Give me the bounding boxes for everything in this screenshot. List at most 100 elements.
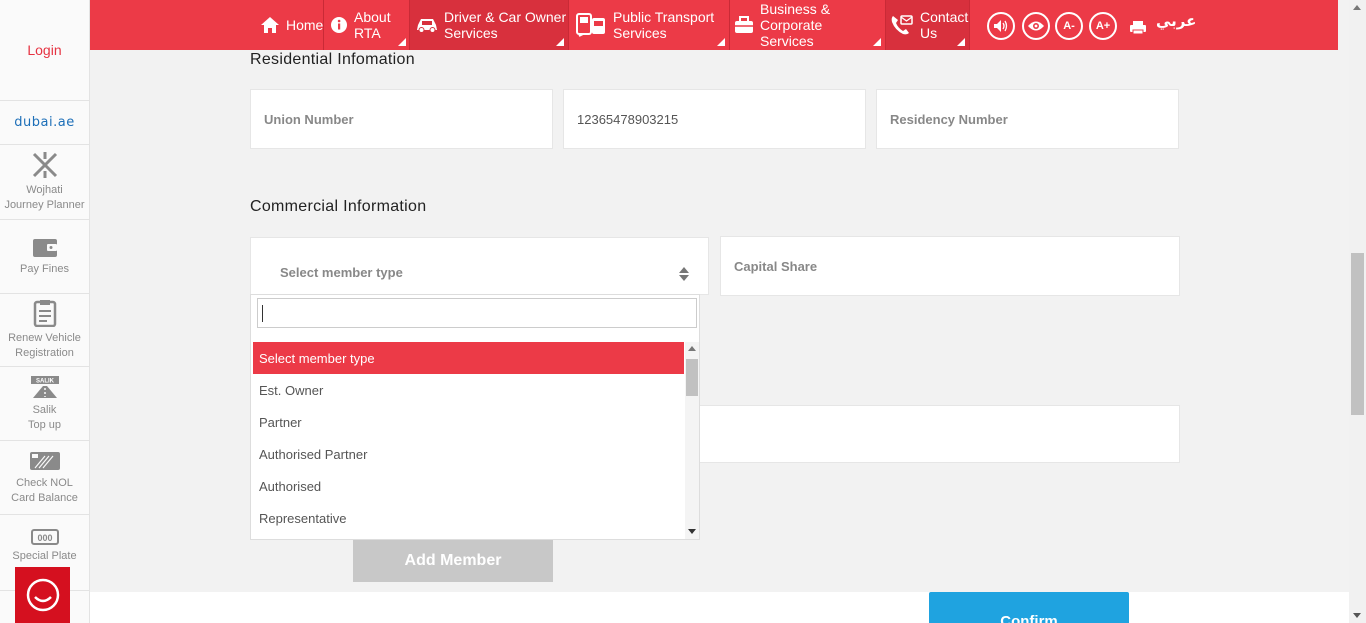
dropdown-option[interactable]: Representative	[253, 502, 684, 534]
submenu-indicator	[957, 38, 965, 46]
phone-mail-icon	[891, 15, 913, 35]
clipboard-icon	[33, 300, 56, 327]
nav-contact-label: Contact Us	[920, 9, 968, 41]
capital-share-field[interactable]: Capital Share	[720, 236, 1180, 296]
residency-number-field[interactable]: Residency Number	[876, 89, 1179, 149]
commercial-title: Commercial Information	[250, 198, 427, 215]
sidebar-item-label: Check NOL	[16, 476, 73, 489]
sidebar-item-label: Pay Fines	[20, 263, 69, 275]
eye-icon	[1028, 21, 1044, 31]
scroll-down-arrow[interactable]	[688, 529, 696, 534]
dropdown-search-input[interactable]	[257, 298, 697, 328]
sidebar-item-label: Card Balance	[11, 491, 78, 504]
nav-contact-us[interactable]: Contact Us	[886, 0, 969, 50]
nav-about-label: About RTA	[354, 9, 391, 41]
nav-driver-line1: Driver & Car Owner	[444, 9, 567, 25]
sidebar-item-wojhati[interactable]: Wojhati Journey Planner	[0, 145, 89, 220]
member-type-select[interactable]: Select member type	[250, 237, 709, 295]
sidebar-item-label: Special Plate	[12, 550, 77, 562]
submenu-indicator	[556, 38, 564, 46]
dropdown-options-list: Select member type Est. Owner Partner Au…	[253, 342, 684, 534]
scroll-thumb[interactable]	[1351, 253, 1364, 415]
speaker-icon	[994, 20, 1008, 32]
dropdown-option[interactable]: Authorised Partner	[253, 438, 684, 470]
nav-about-rta[interactable]: About RTA	[330, 0, 410, 50]
scroll-thumb[interactable]	[686, 359, 698, 396]
language-toggle[interactable]: عربي	[1156, 12, 1196, 30]
dropdown-option[interactable]: Select member type	[253, 342, 684, 374]
nav-home-label: Home	[286, 17, 324, 33]
submenu-indicator	[873, 38, 881, 46]
plate-icon: 000	[30, 529, 59, 545]
page-scrollbar[interactable]	[1349, 0, 1366, 623]
sidebar-item-label: Journey Planner	[4, 199, 85, 211]
id-number-field[interactable]: 12365478903215	[563, 89, 866, 149]
salik-text: SALIK	[36, 378, 55, 384]
nav-driver-line2: Services	[444, 25, 498, 41]
footer-bar	[90, 592, 1350, 623]
dropdown-option[interactable]: Authorised	[253, 470, 684, 502]
text-caret	[262, 305, 263, 322]
wallet-icon	[32, 239, 57, 257]
member-type-dropdown: Select member type Est. Owner Partner Au…	[250, 294, 700, 540]
nol-card-icon	[29, 451, 60, 470]
union-number-field[interactable]: Union Number	[250, 89, 553, 149]
home-icon	[261, 17, 279, 33]
nav-business-label: Business & Corporate Services	[760, 1, 885, 49]
font-increase-button[interactable]: A+	[1089, 12, 1117, 40]
sidebar-item-label: Wojhati	[26, 184, 63, 196]
nav-transport-line1: Public Transport	[613, 9, 715, 25]
salik-icon: SALIK	[30, 375, 59, 398]
transport-icon	[576, 13, 605, 37]
submenu-indicator	[398, 38, 406, 46]
dropdown-option[interactable]: Est. Owner	[253, 374, 684, 406]
nav-contact-line2: Us	[920, 25, 938, 41]
wojhati-icon	[32, 152, 57, 178]
contrast-button[interactable]	[1022, 12, 1050, 40]
info-icon	[331, 17, 347, 33]
scroll-up-arrow[interactable]	[688, 346, 696, 351]
hidden-input-field[interactable]	[690, 405, 1180, 463]
add-member-button[interactable]: Add Member	[353, 540, 553, 582]
audio-button[interactable]	[987, 12, 1015, 40]
scroll-down-arrow[interactable]	[1353, 613, 1361, 618]
sidebar-item-renew-vehicle[interactable]: Renew Vehicle Registration	[0, 294, 89, 367]
nav-contact-line1: Contact	[920, 9, 969, 25]
nav-about-line1: About	[354, 9, 391, 25]
sort-arrows-icon	[679, 267, 689, 281]
car-icon	[417, 19, 437, 33]
nav-transport-label: Public Transport Services	[613, 9, 714, 41]
top-navigation: Home About RTA Driver & Car Owner Services…	[90, 0, 1338, 50]
nav-business-corporate[interactable]: Business & Corporate Services	[730, 0, 885, 50]
nav-business-line1: Business & Corporate	[760, 1, 831, 33]
printer-icon[interactable]	[1129, 20, 1147, 35]
sidebar-item-label: Top up	[27, 418, 62, 431]
plate-text: 000	[37, 533, 52, 543]
chat-button[interactable]	[15, 567, 70, 623]
sidebar-item-label: Registration	[15, 347, 74, 359]
residential-title: Residential Infomation	[250, 51, 415, 68]
scroll-up-arrow[interactable]	[1353, 5, 1361, 10]
sidebar-item-pay-fines[interactable]: Pay Fines	[0, 220, 89, 294]
smiley-chat-icon	[26, 578, 59, 612]
nav-home[interactable]: Home	[260, 0, 324, 50]
sidebar-item-salik[interactable]: SALIK Salik Top up	[0, 367, 89, 441]
font-decrease-button[interactable]: A-	[1055, 12, 1083, 40]
nav-driver-label: Driver & Car Owner Services	[444, 9, 566, 41]
nav-driver-car-owner[interactable]: Driver & Car Owner Services	[410, 0, 568, 50]
member-type-select-label: Select member type	[280, 265, 403, 280]
dubai-ae-logo[interactable]: dubai.ae	[0, 101, 89, 145]
sidebar-item-label: Salik	[32, 403, 57, 416]
sidebar-item-nol-card[interactable]: Check NOL Card Balance	[0, 441, 89, 515]
nav-about-line2: RTA	[354, 25, 381, 41]
dropdown-option[interactable]: Partner	[253, 406, 684, 438]
left-sidebar: Login dubai.ae Wojhati Journey Planner P…	[0, 0, 90, 623]
nav-separator	[969, 0, 970, 50]
nav-business-line2: Services	[760, 33, 814, 49]
nav-transport-line2: Services	[613, 25, 667, 41]
login-link[interactable]: Login	[0, 0, 89, 101]
dropdown-scrollbar[interactable]	[685, 342, 699, 539]
nav-public-transport[interactable]: Public Transport Services	[569, 0, 729, 50]
confirm-button[interactable]: Confirm	[929, 592, 1129, 623]
briefcase-icon	[735, 16, 753, 33]
